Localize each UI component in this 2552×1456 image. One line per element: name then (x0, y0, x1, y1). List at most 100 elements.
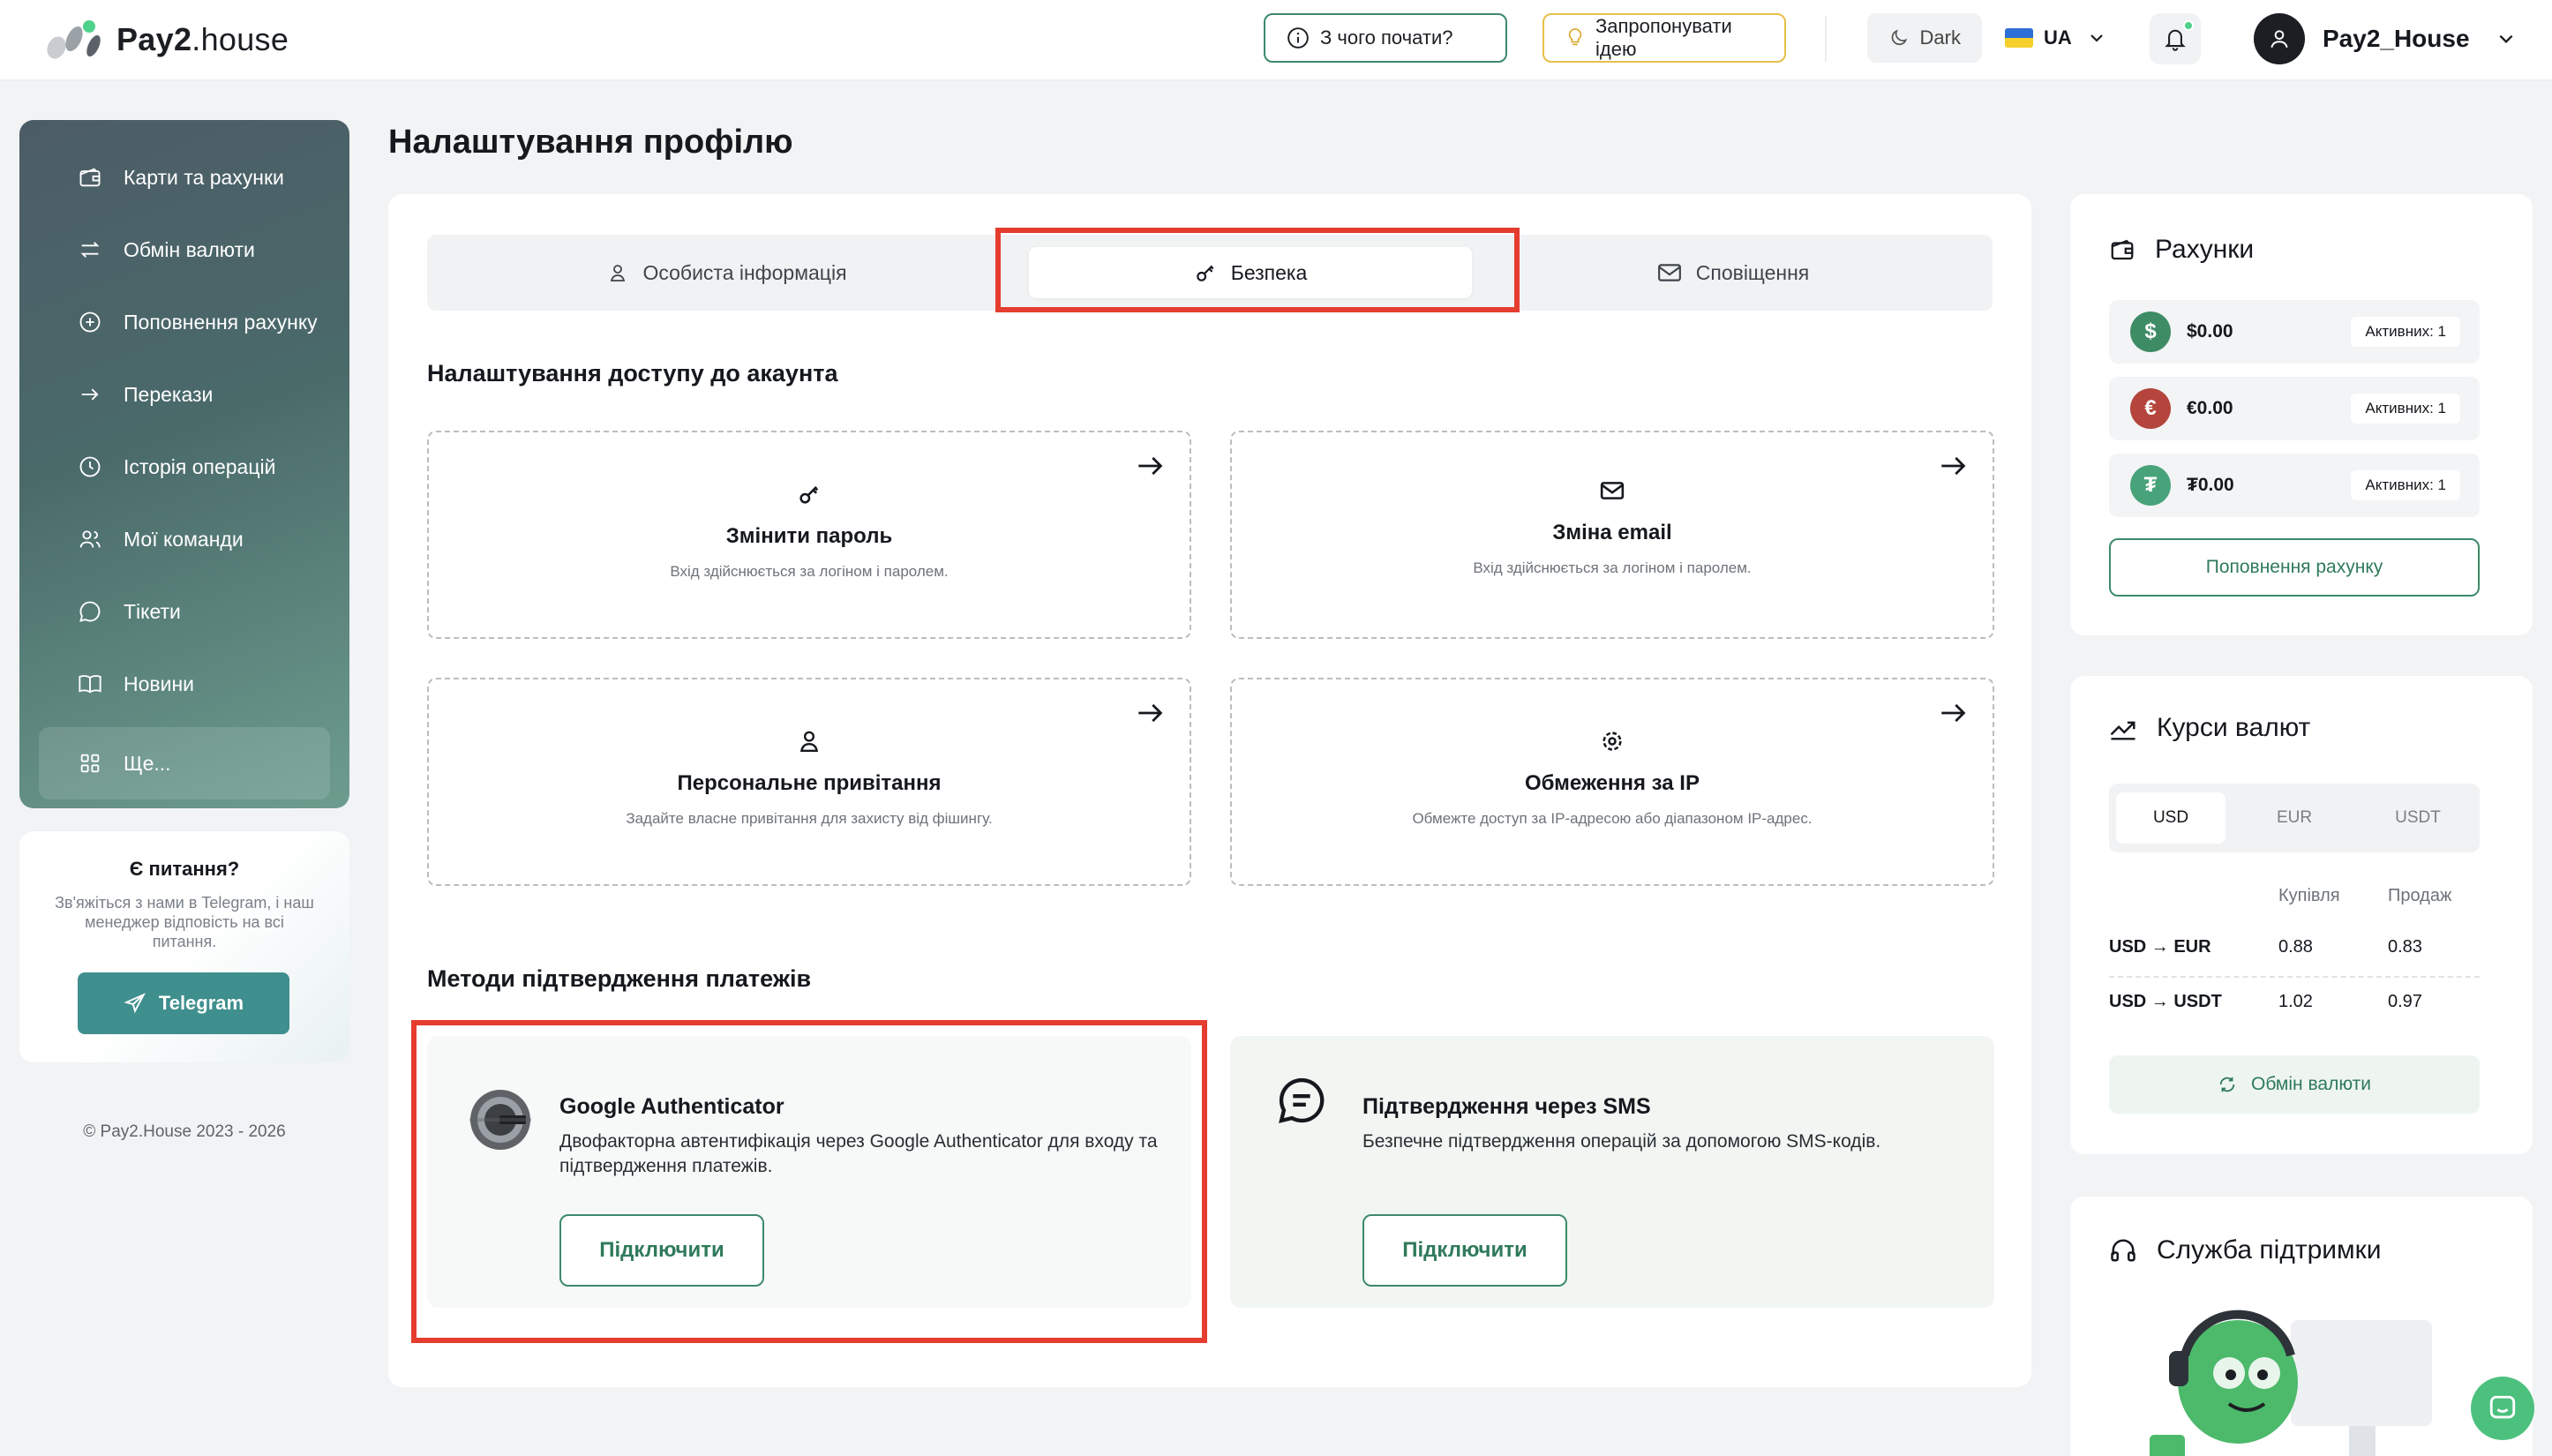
exchange-icon (80, 242, 100, 258)
ip-restriction-card[interactable]: Обмеження за IP Обмежте доступ за IP-адр… (1230, 678, 1994, 886)
chat-widget-button[interactable] (2471, 1377, 2534, 1440)
user-name: Pay2_House (2323, 25, 2470, 52)
method-desc: Безпечне підтвердження операцій за допом… (1362, 1131, 1881, 1152)
sms-confirmation-card: Підтвердження через SMS Безпечне підтвер… (1230, 1036, 1994, 1308)
rate-col-buy: Купівля (2278, 886, 2340, 905)
option-title: Зміна email (1552, 521, 1672, 544)
tab-personal-info[interactable]: Особиста інформація (454, 247, 1001, 298)
sidebar-item-exchange[interactable]: Обмін валюти (39, 214, 330, 286)
currency-tab-usd[interactable]: USD (2116, 792, 2225, 844)
header-divider (1825, 16, 1827, 62)
rate-pair: USD → EUR (2109, 937, 2211, 957)
connect-sms-button[interactable]: Підключити (1362, 1214, 1567, 1287)
arrow-right-icon (1941, 456, 1966, 476)
account-row-eur[interactable]: € €0.00 Активних: 1 (2109, 377, 2480, 440)
option-title: Обмеження за IP (1525, 771, 1700, 795)
copyright: © Pay2.House 2023 - 2026 (83, 1122, 286, 1141)
highlight-google-authenticator (411, 1020, 1207, 1343)
mail-icon (1600, 482, 1625, 499)
accounts-title: Рахунки (2109, 235, 2254, 265)
rate-buy: 1.02 (2278, 992, 2313, 1011)
change-email-card[interactable]: Зміна email Вхід здійснюється за логіном… (1230, 431, 1994, 639)
account-row-usd[interactable]: $ $0.00 Активних: 1 (2109, 300, 2480, 364)
rate-divider (2109, 976, 2480, 978)
chat-icon (79, 601, 101, 622)
usdt-coin-icon: ₮ (2130, 465, 2171, 506)
language-label: UA (2044, 26, 2072, 49)
arrow-right-icon (1138, 703, 1163, 723)
sidebar-item-teams[interactable]: Мої команди (39, 503, 330, 575)
language-select[interactable]: UA (2005, 13, 2105, 63)
support-card: Служба підтримки (2070, 1197, 2533, 1456)
message-icon (1279, 1077, 1325, 1123)
sidebar-item-history[interactable]: Історія операцій (39, 431, 330, 503)
option-desc: Обмежте доступ за IP-адресою або діапазо… (1412, 810, 1813, 827)
currency-tab-usdt[interactable]: USDT (2363, 792, 2473, 844)
avatar (2254, 13, 2305, 64)
change-password-card[interactable]: Змінити пароль Вхід здійснюється за логі… (427, 431, 1191, 639)
rate-sell: 0.83 (2388, 937, 2422, 957)
user-icon (2271, 30, 2288, 49)
getting-started-button[interactable]: З чого почати? (1264, 13, 1507, 63)
currency-tab-eur[interactable]: EUR (2240, 792, 2349, 844)
suggest-idea-label: Запропонувати ідею (1595, 15, 1732, 60)
headphones-icon (2111, 1239, 2135, 1262)
rate-pair: USD → USDT (2109, 992, 2222, 1011)
arrow-right-icon (1138, 456, 1163, 476)
exchange-rates-card: Курси валют USD EUR USDT Купівля Продаж … (2070, 676, 2533, 1154)
grid-icon (80, 754, 100, 773)
method-title: Підтвердження через SMS (1362, 1094, 1651, 1119)
active-badge: Активних: 1 (2351, 317, 2460, 347)
chat-icon (2489, 1395, 2516, 1419)
sidebar-item-label: Карти та рахунки (124, 165, 284, 189)
help-title: Є питання? (129, 858, 240, 880)
personal-greeting-card[interactable]: Персональне привітання Задайте власне пр… (427, 678, 1191, 886)
account-row-usdt[interactable]: ₮ ₮0.00 Активних: 1 (2109, 454, 2480, 517)
key-icon (799, 485, 819, 504)
option-title: Персональне привітання (677, 771, 942, 795)
send-icon (124, 993, 146, 1014)
telegram-button[interactable]: Telegram (78, 972, 289, 1034)
sidebar-item-news[interactable]: Новини (39, 648, 330, 720)
rate-buy: 0.88 (2278, 937, 2313, 957)
sidebar-item-transfers[interactable]: Перекази (39, 358, 330, 431)
refresh-icon (2219, 1077, 2235, 1092)
sidebar: Карти та рахунки Обмін валюти Поповнення… (19, 120, 349, 808)
getting-started-label: З чого почати? (1320, 26, 1453, 49)
trending-up-icon (2110, 721, 2135, 740)
access-section-title: Налаштування доступу до акаунта (427, 360, 838, 387)
book-icon (79, 675, 101, 694)
user-icon (799, 731, 819, 752)
help-text: Зв'яжіться з нами в Telegram, і наш мене… (55, 894, 314, 950)
account-amount: ₮0.00 (2187, 475, 2234, 495)
logo-text: Pay2.house (116, 21, 289, 57)
sidebar-item-label: Обмін валюти (124, 237, 255, 261)
option-desc: Вхід здійснюється за логіном і паролем. (670, 563, 949, 580)
exchange-label: Обмін валюти (2251, 1074, 2371, 1094)
sidebar-item-more[interactable]: Ще... (39, 727, 330, 799)
user-menu[interactable]: Pay2_House (2254, 12, 2516, 65)
sidebar-item-label: Перекази (124, 382, 214, 406)
arrow-right-icon (81, 388, 99, 401)
sidebar-item-cards[interactable]: Карти та рахунки (39, 141, 330, 214)
logo[interactable]: Pay2.house (43, 18, 289, 63)
topup-account-button[interactable]: Поповнення рахунку (2109, 538, 2480, 597)
sidebar-item-label: Поповнення рахунку (124, 310, 318, 334)
chevron-down-icon (2499, 34, 2513, 44)
theme-toggle-button[interactable]: Dark (1867, 13, 1982, 63)
sidebar-item-tickets[interactable]: Тікети (39, 575, 330, 648)
sidebar-item-topup[interactable]: Поповнення рахунку (39, 286, 330, 358)
user-icon (611, 265, 626, 281)
ukraine-flag-icon (2005, 28, 2033, 48)
highlight-security-tab (995, 228, 1520, 312)
wallet-icon (79, 168, 101, 187)
support-title: Служба підтримки (2109, 1235, 2382, 1265)
sidebar-item-label: Новини (124, 672, 195, 695)
currency-exchange-button[interactable]: Обмін валюти (2109, 1055, 2480, 1114)
notifications-button[interactable] (2150, 13, 2201, 64)
tab-notifications[interactable]: Сповіщення (1495, 247, 1971, 298)
currency-tabs: USD EUR USDT (2109, 784, 2480, 852)
option-desc: Задайте власне привітання для захисту ві… (626, 810, 993, 827)
help-card: Є питання? Зв'яжіться з нами в Telegram,… (19, 831, 349, 1062)
suggest-idea-button[interactable]: Запропонувати ідею (1542, 13, 1786, 63)
